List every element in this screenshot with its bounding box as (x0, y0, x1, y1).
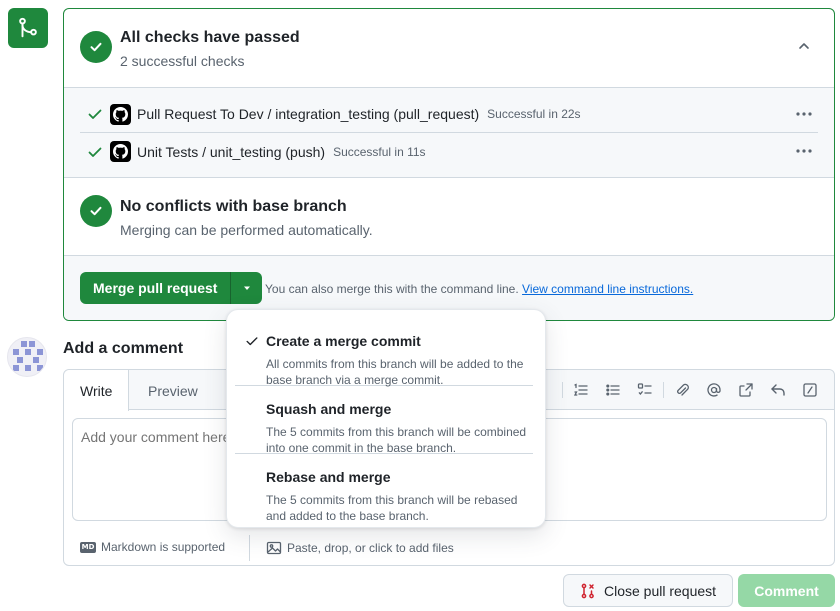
task-list-icon[interactable] (629, 378, 661, 402)
github-logo-icon (110, 141, 131, 162)
check-circle-icon (80, 31, 112, 63)
conflicts-section: No conflicts with base branch Merging ca… (64, 178, 834, 256)
attach-files-hint[interactable]: Paste, drop, or click to add files (266, 540, 454, 556)
markdown-hint-text: Markdown is supported (101, 540, 226, 554)
merge-option-description: The 5 commits from this branch will be c… (266, 425, 527, 455)
check-row[interactable]: Pull Request To Dev / integration_testin… (80, 96, 818, 133)
check-icon (88, 147, 102, 157)
mention-icon[interactable] (698, 378, 730, 402)
kebab-icon[interactable] (794, 143, 814, 159)
close-pull-request-button[interactable]: Close pull request (563, 574, 733, 607)
attach-files-text: Paste, drop, or click to add files (287, 541, 454, 555)
comment-button[interactable]: Comment (738, 574, 835, 607)
check-icon (88, 109, 102, 119)
check-status: Successful in 22s (487, 107, 581, 121)
merge-option-rebase-and-merge[interactable]: Rebase and merge The 5 commits from this… (235, 454, 533, 523)
markdown-icon: MD (80, 541, 96, 553)
chevron-up-icon[interactable] (796, 38, 812, 54)
command-line-instructions-link[interactable]: View command line instructions. (522, 282, 693, 296)
merge-status-icon-box (8, 8, 48, 48)
conflicts-subtitle: Merging can be performed automatically. (120, 222, 373, 238)
check-icon (246, 337, 258, 346)
tab-preview[interactable]: Preview (132, 370, 214, 411)
checks-list: Pull Request To Dev / integration_testin… (64, 87, 834, 178)
ordered-list-icon[interactable] (565, 378, 597, 402)
reply-icon[interactable] (762, 378, 794, 402)
merge-option-create-merge-commit[interactable]: Create a merge commit All commits from t… (235, 318, 533, 387)
check-row[interactable]: Unit Tests / unit_testing (push) Success… (80, 133, 818, 170)
slash-command-icon[interactable] (794, 378, 826, 402)
merge-option-title: Create a merge commit (266, 333, 421, 349)
kebab-icon[interactable] (794, 106, 814, 122)
image-icon (266, 541, 282, 555)
comment-footer: MD Markdown is supported Paste, drop, or… (64, 529, 834, 567)
merge-method-menu: Create a merge commit All commits from t… (226, 309, 546, 528)
merge-option-squash-and-merge[interactable]: Squash and merge The 5 commits from this… (235, 386, 533, 455)
check-name: Pull Request To Dev / integration_testin… (137, 106, 480, 122)
formatting-toolbar (560, 378, 826, 402)
checks-subtitle: 2 successful checks (120, 53, 245, 69)
tab-write[interactable]: Write (64, 370, 130, 411)
merge-button-group: Merge pull request (80, 272, 263, 304)
check-name: Unit Tests / unit_testing (push) (137, 143, 326, 160)
add-comment-heading: Add a comment (63, 340, 184, 357)
unordered-list-icon[interactable] (597, 378, 629, 402)
merge-box: All checks have passed 2 successful chec… (63, 8, 835, 321)
checks-summary: All checks have passed 2 successful chec… (64, 9, 834, 87)
close-pull-request-label: Close pull request (603, 582, 717, 599)
paperclip-icon[interactable] (666, 378, 698, 402)
merge-option-title: Squash and merge (266, 401, 392, 417)
merge-method-dropdown-button[interactable] (231, 272, 263, 304)
cross-reference-icon[interactable] (730, 378, 762, 402)
triangle-down-icon (243, 286, 250, 290)
checks-title: All checks have passed (120, 29, 300, 46)
toolbar-divider (562, 382, 563, 398)
command-line-hint-text: You can also merge this with the command… (265, 282, 519, 296)
markdown-hint[interactable]: MD Markdown is supported (80, 540, 225, 554)
git-pull-request-closed-icon (581, 583, 594, 598)
command-line-hint: You can also merge this with the command… (265, 282, 693, 296)
toolbar-divider (663, 382, 664, 398)
merge-icon (19, 17, 37, 38)
conflicts-title: No conflicts with base branch (120, 198, 347, 215)
avatar-identicon (13, 341, 43, 371)
merge-pull-request-button[interactable]: Merge pull request (80, 272, 232, 304)
merge-option-description: All commits from this branch will be add… (266, 357, 524, 387)
footer-divider (249, 535, 250, 561)
avatar[interactable] (7, 337, 47, 377)
merge-option-description: The 5 commits from this branch will be r… (266, 493, 518, 523)
check-status: Successful in 11s (333, 144, 426, 159)
github-logo-icon (110, 103, 131, 125)
check-circle-icon (80, 195, 112, 227)
merge-option-title: Rebase and merge (266, 469, 391, 485)
